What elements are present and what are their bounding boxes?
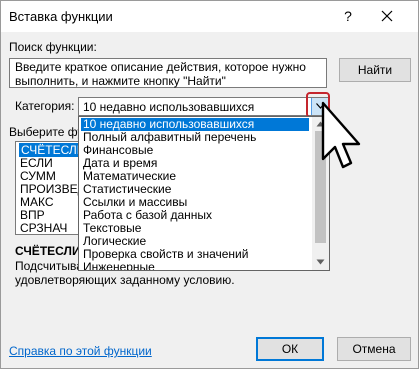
function-description-line1: Подсчитыва bbox=[15, 259, 83, 273]
list-item[interactable]: МАКС bbox=[20, 195, 54, 209]
help-button[interactable]: ? bbox=[339, 7, 357, 25]
mouse-cursor-icon bbox=[321, 101, 361, 169]
find-button[interactable]: Найти bbox=[339, 58, 411, 82]
insert-function-dialog: Вставка функции ? Поиск функции: Введите… bbox=[0, 0, 419, 369]
cancel-button[interactable]: Отмена bbox=[337, 337, 411, 361]
search-label: Поиск функции: bbox=[9, 40, 97, 54]
ok-button[interactable]: ОК bbox=[256, 337, 324, 361]
search-description-input[interactable]: Введите краткое описание действия, котор… bbox=[9, 58, 327, 88]
category-label: Категория: bbox=[15, 99, 75, 113]
function-list-label: Выберите фу bbox=[9, 125, 84, 139]
list-item[interactable]: ЕСЛИ bbox=[20, 156, 53, 170]
list-item[interactable]: ВПР bbox=[20, 208, 45, 222]
dropdown-option[interactable]: Инженерные bbox=[81, 261, 155, 271]
list-item[interactable]: ПРОИЗВЕД bbox=[20, 182, 86, 196]
category-dropdown-list[interactable]: 10 недавно использовавшихся Полный алфав… bbox=[78, 116, 330, 271]
category-select[interactable]: 10 недавно использовавшихся bbox=[78, 97, 330, 116]
function-help-link[interactable]: Справка по этой функции bbox=[9, 344, 152, 358]
close-button[interactable] bbox=[375, 5, 399, 27]
list-item[interactable]: СРЗНАЧ bbox=[20, 221, 67, 234]
function-description-line2: удовлетворяющих заданному условию. bbox=[15, 273, 235, 287]
title-bar: Вставка функции ? bbox=[1, 1, 418, 32]
scroll-down-icon[interactable] bbox=[316, 259, 325, 265]
selected-function-name: СЧЁТЕСЛИ bbox=[15, 244, 81, 258]
close-icon bbox=[381, 10, 393, 22]
dialog-title: Вставка функции bbox=[9, 9, 113, 24]
list-item[interactable]: СУММ bbox=[20, 169, 56, 183]
category-selected-value: 10 недавно использовавшихся bbox=[83, 100, 255, 114]
